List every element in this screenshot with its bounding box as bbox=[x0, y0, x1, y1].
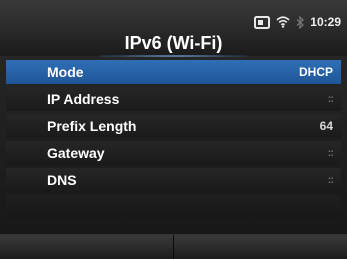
softkey-bar bbox=[0, 234, 347, 259]
bluetooth-icon bbox=[296, 15, 305, 29]
status-bar: 10:29 bbox=[254, 14, 341, 30]
setting-row-prefix-length[interactable]: Prefix Length 64 bbox=[6, 114, 341, 138]
card-icon bbox=[254, 15, 271, 29]
softkey-left[interactable] bbox=[0, 235, 174, 259]
clock: 10:29 bbox=[310, 15, 341, 29]
setting-value: DHCP bbox=[298, 65, 333, 79]
empty-row bbox=[6, 195, 341, 219]
setting-label: Prefix Length bbox=[47, 118, 137, 134]
setting-row-mode[interactable]: Mode DHCP bbox=[6, 60, 341, 84]
screen: 10:29 IPv6 (Wi-Fi) Mode DHCP IP Address … bbox=[0, 0, 347, 259]
softkey-right[interactable] bbox=[174, 235, 347, 259]
setting-value: :: bbox=[327, 174, 334, 186]
setting-row-gateway[interactable]: Gateway :: bbox=[6, 141, 341, 165]
wifi-icon bbox=[276, 16, 290, 28]
settings-list: Mode DHCP IP Address :: Prefix Length 64… bbox=[6, 60, 341, 222]
setting-label: IP Address bbox=[47, 91, 120, 107]
setting-value: :: bbox=[327, 147, 334, 159]
setting-row-ip-address[interactable]: IP Address :: bbox=[6, 87, 341, 111]
setting-label: Mode bbox=[47, 64, 84, 80]
setting-row-dns[interactable]: DNS :: bbox=[6, 168, 341, 192]
header: 10:29 IPv6 (Wi-Fi) bbox=[0, 0, 347, 57]
setting-value: :: bbox=[327, 93, 334, 105]
setting-value: 64 bbox=[319, 119, 333, 133]
page-title: IPv6 (Wi-Fi) bbox=[124, 33, 223, 53]
setting-label: Gateway bbox=[47, 145, 105, 161]
title-underline bbox=[100, 55, 247, 57]
setting-label: DNS bbox=[47, 172, 77, 188]
